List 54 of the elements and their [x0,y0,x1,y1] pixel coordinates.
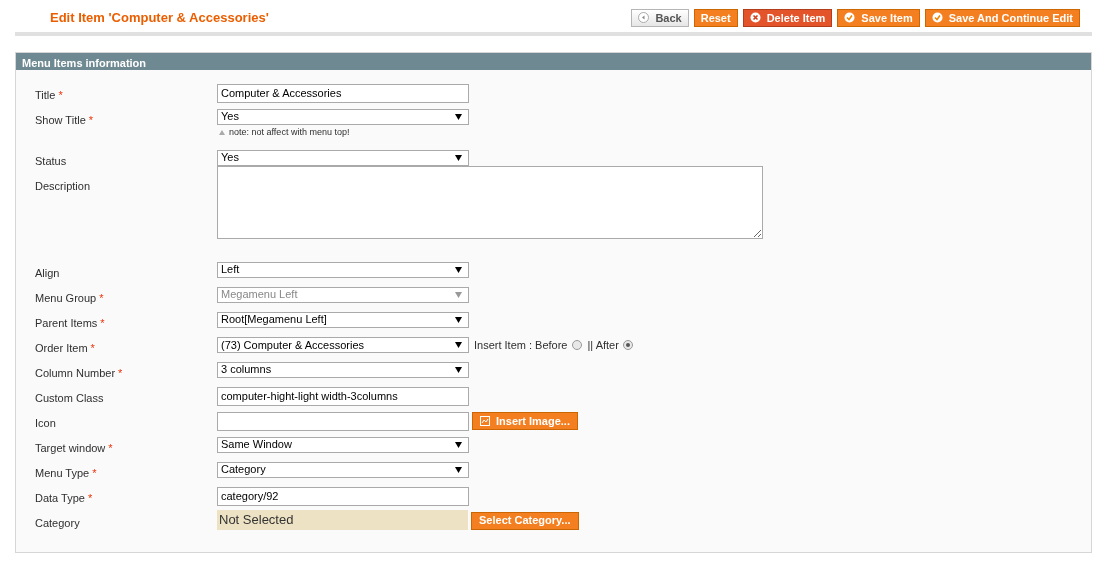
field-label: Parent Items * [35,315,106,331]
caret-icon [455,154,462,161]
close-icon [749,12,761,24]
select-field[interactable]: Yes [217,149,469,166]
field-label: Data Type * [35,490,94,506]
image-icon [480,416,490,426]
insert-label: Insert Item : [474,337,533,353]
field-label: Status [35,153,68,169]
caret-icon [455,466,462,473]
caret-icon [455,341,462,348]
field-label: Custom Class [35,390,105,406]
text-field[interactable] [217,411,469,431]
select-field[interactable]: Yes [217,108,469,125]
field-label: Target window * [35,440,114,456]
caret-icon [455,113,462,120]
select-field[interactable]: Left [217,261,469,278]
field-label: Menu Group * [35,290,105,306]
field-label: Menu Type * [35,465,98,481]
radio-label: || After [587,337,619,353]
check-icon [931,12,943,24]
check-icon [844,12,856,24]
caret-icon [455,266,462,273]
text-field[interactable]: category/92 [217,486,469,506]
field-label: Column Number * [35,365,124,381]
triangle-icon [219,129,225,135]
caret-icon [455,441,462,448]
select-field[interactable]: Category [217,461,469,478]
select-field[interactable]: (73) Computer & Accessories [217,336,469,353]
caret-icon [455,366,462,373]
radio-button[interactable] [622,339,633,350]
section-header: Menu Items information [16,52,1091,70]
field-label: Order Item * [35,340,96,356]
field-label: Category [35,515,81,531]
radio-label: Before [535,337,568,353]
field-note: note: not affect with menu top! [229,125,350,139]
field-label: Align [35,265,61,281]
field-label: Show Title * [35,112,95,128]
select-field[interactable]: Same Window [217,436,469,453]
field-label: Title * [35,87,64,103]
category-display[interactable]: Not Selected [217,509,468,530]
caret-icon [455,316,462,323]
select-field[interactable]: Root[Megamenu Left] [217,311,469,328]
text-field[interactable]: Computer & Accessories [217,83,469,103]
radio-button[interactable] [571,339,582,350]
back-button[interactable]: Back [631,8,689,27]
text-field[interactable]: computer-hight-light width-3columns [217,386,469,406]
delete-button[interactable]: Delete Item [742,8,833,27]
caret-icon [455,291,462,298]
select-field[interactable]: 3 columns [217,361,469,378]
field-label: Icon [35,415,57,431]
field-label: Description [35,178,92,194]
description-field[interactable] [217,165,763,239]
back-icon [638,12,650,24]
page-title: Edit Item 'Computer & Accessories' [50,9,269,27]
